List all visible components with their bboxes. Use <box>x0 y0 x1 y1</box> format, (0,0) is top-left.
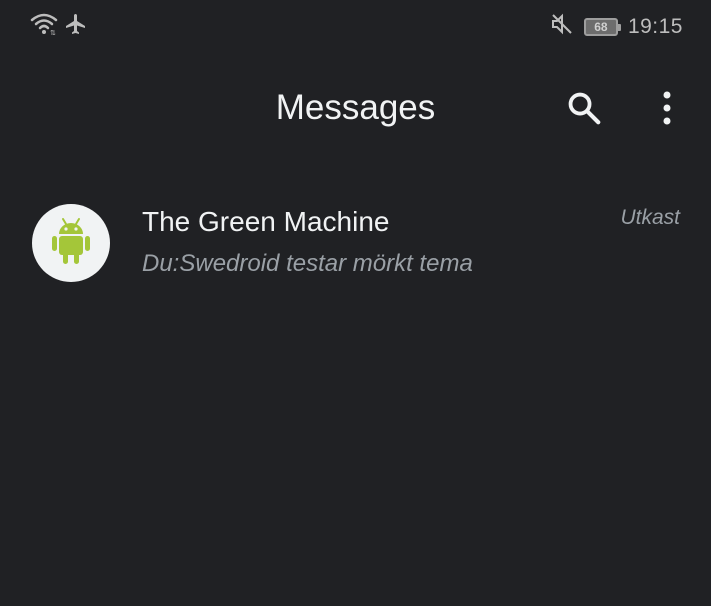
search-button[interactable] <box>560 86 608 134</box>
airplane-mode-icon <box>64 12 88 41</box>
search-icon <box>565 89 603 132</box>
conversation-snippet: Du:Swedroid testar mörkt tema <box>142 250 473 277</box>
battery-icon: 68 <box>583 17 621 36</box>
svg-text:⇅: ⇅ <box>50 30 56 36</box>
more-vert-icon <box>661 90 673 131</box>
conversation-name: The Green Machine <box>142 206 390 237</box>
app-bar: Messages <box>0 70 711 150</box>
status-left: ⇅ <box>30 12 88 41</box>
status-time: 19:15 <box>627 14 683 38</box>
conversation-list-item[interactable]: The Green Machine Du:Swedroid testar mör… <box>0 190 711 300</box>
avatar <box>32 204 110 282</box>
android-icon <box>52 217 90 270</box>
messages-screen: ⇅ 68 19:15 Messages The Green Machine Du… <box>0 0 711 606</box>
wifi-icon: ⇅ <box>30 12 58 41</box>
more-options-button[interactable] <box>643 86 691 134</box>
draft-label: Utkast <box>620 206 680 229</box>
status-bar: ⇅ 68 19:15 <box>0 0 711 56</box>
battery-level: 68 <box>594 19 608 34</box>
status-right: 68 19:15 <box>550 12 683 41</box>
mute-icon <box>550 12 574 41</box>
